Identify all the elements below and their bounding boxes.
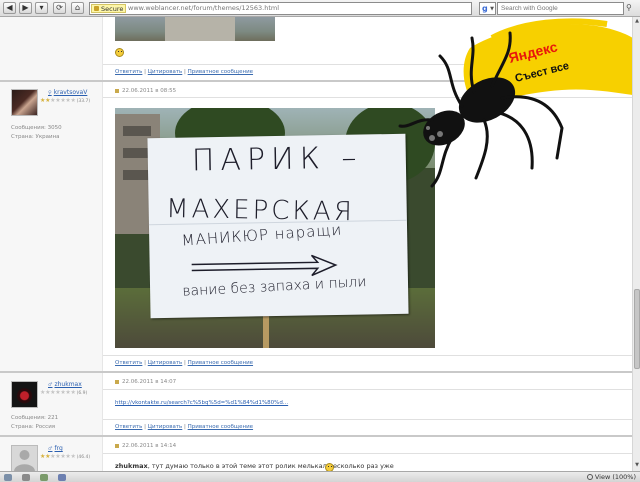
male-gender-icon: ♂	[48, 446, 53, 452]
yandex-spider-ad[interactable]: Яндекс Съест все	[392, 8, 640, 193]
female-gender-icon: ♀	[48, 90, 52, 96]
home-icon: ⌂	[74, 3, 81, 12]
private-message-link[interactable]: Приватное сообщение	[188, 69, 253, 75]
post-date: 22.06.2011 в 14:14	[115, 443, 176, 449]
zoom-control[interactable]: View (100%)	[586, 473, 636, 482]
handwritten-sign: ПАРИК – МАХЕРСКАЯ МАНИКЮР наращи вание б…	[147, 133, 409, 319]
magnifier-icon	[586, 474, 593, 480]
addon-icon[interactable]	[4, 474, 12, 481]
avatar[interactable]	[11, 381, 38, 408]
messages-count: Сообщения: 221	[11, 415, 59, 421]
user-rating-stars: ★★★★★★★(33.7)	[40, 97, 91, 104]
star-empty-icon: ★★★★★	[50, 97, 76, 104]
reload-icon: ⟳	[56, 3, 63, 12]
post-marker-icon	[115, 88, 119, 93]
username-link[interactable]: ♂ zhukmax	[48, 381, 82, 388]
chevron-down-icon: ▾	[39, 3, 44, 12]
post-actions: Ответить | Цитировать | Приватное сообще…	[115, 360, 254, 366]
status-bar: View (100%)	[0, 471, 640, 482]
extension-icon[interactable]	[40, 474, 48, 481]
star-empty-icon: ★★★★★★★	[40, 389, 76, 396]
scroll-up-icon[interactable]: ▲	[634, 18, 640, 25]
user-stats: Сообщения: 221 Страна: Россия	[11, 414, 58, 432]
previous-post-photo	[115, 17, 275, 41]
url-text: www.weblancer.net/forum/themes/12563.htm…	[128, 4, 280, 12]
star-icon: ★★	[40, 97, 51, 104]
reply-link[interactable]: Ответить	[115, 69, 142, 75]
star-icon: ★★	[40, 453, 51, 460]
back-button[interactable]: ◀	[3, 2, 16, 14]
post-link[interactable]: http://vkontakte.ru/search?c%5bq%5d=%d1%…	[115, 400, 288, 406]
quote-link[interactable]: Цитировать	[148, 424, 183, 430]
post-actions: Ответить | Цитировать | Приватное сообще…	[115, 69, 254, 75]
messages-count: Сообщения: 3050	[11, 125, 62, 131]
forward-button[interactable]: ▶	[19, 2, 32, 14]
secure-label: Secure	[101, 5, 124, 13]
globe-icon[interactable]	[58, 474, 66, 481]
star-empty-icon: ★★★★★	[50, 453, 76, 460]
username-link[interactable]: ♀ kravtsovaV	[48, 89, 87, 96]
vertical-scrollbar[interactable]: ▲ ▼	[632, 17, 640, 471]
lock-icon	[94, 6, 99, 11]
user-rating-stars: ★★★★★★★(46.4)	[40, 453, 91, 460]
home-button[interactable]: ⌂	[71, 2, 84, 14]
quote-link[interactable]: Цитировать	[148, 69, 183, 75]
settings-gear-icon[interactable]	[22, 474, 30, 481]
male-gender-icon: ♂	[48, 382, 53, 388]
reply-link[interactable]: Ответить	[115, 360, 142, 366]
smile-emoticon-icon	[325, 463, 334, 471]
forward-arrow-icon: ▶	[22, 3, 29, 12]
back-arrow-icon: ◀	[6, 3, 13, 12]
user-rating-stars: ★★★★★★★(6.9)	[40, 389, 88, 396]
default-user-icon	[14, 450, 35, 471]
post-actions: Ответить | Цитировать | Приватное сообще…	[115, 424, 254, 430]
quote-link[interactable]: Цитировать	[148, 360, 183, 366]
username-link[interactable]: ♂ frg	[48, 445, 63, 452]
scroll-down-icon[interactable]: ▼	[634, 462, 640, 469]
avatar[interactable]	[11, 89, 38, 116]
user-stats: Сообщения: 3050 Страна: Украина	[11, 124, 62, 142]
history-menu-button[interactable]: ▾	[35, 2, 48, 14]
post-date: 22.06.2011 в 14:07	[115, 379, 176, 385]
post-photo: ПАРИК – МАХЕРСКАЯ МАНИКЮР наращи вание б…	[115, 108, 435, 348]
reload-button[interactable]: ⟳	[53, 2, 66, 14]
secure-badge[interactable]: Secure	[91, 4, 127, 13]
private-message-link[interactable]: Приватное сообщение	[188, 424, 253, 430]
post-date: 22.06.2011 в 08:55	[115, 88, 176, 94]
smile-emoticon-icon	[115, 48, 124, 57]
reply-author: zhukmax	[115, 462, 148, 470]
post-text: zhukmax, тут думаю только в этой теме эт…	[115, 462, 394, 470]
private-message-link[interactable]: Приватное сообщение	[188, 360, 253, 366]
country: Страна: Россия	[11, 424, 56, 430]
reply-link[interactable]: Ответить	[115, 424, 142, 430]
post-marker-icon	[115, 443, 119, 448]
avatar[interactable]	[11, 445, 38, 471]
post-marker-icon	[115, 379, 119, 384]
country: Страна: Украина	[11, 134, 60, 140]
scrollbar-thumb[interactable]	[634, 289, 640, 369]
